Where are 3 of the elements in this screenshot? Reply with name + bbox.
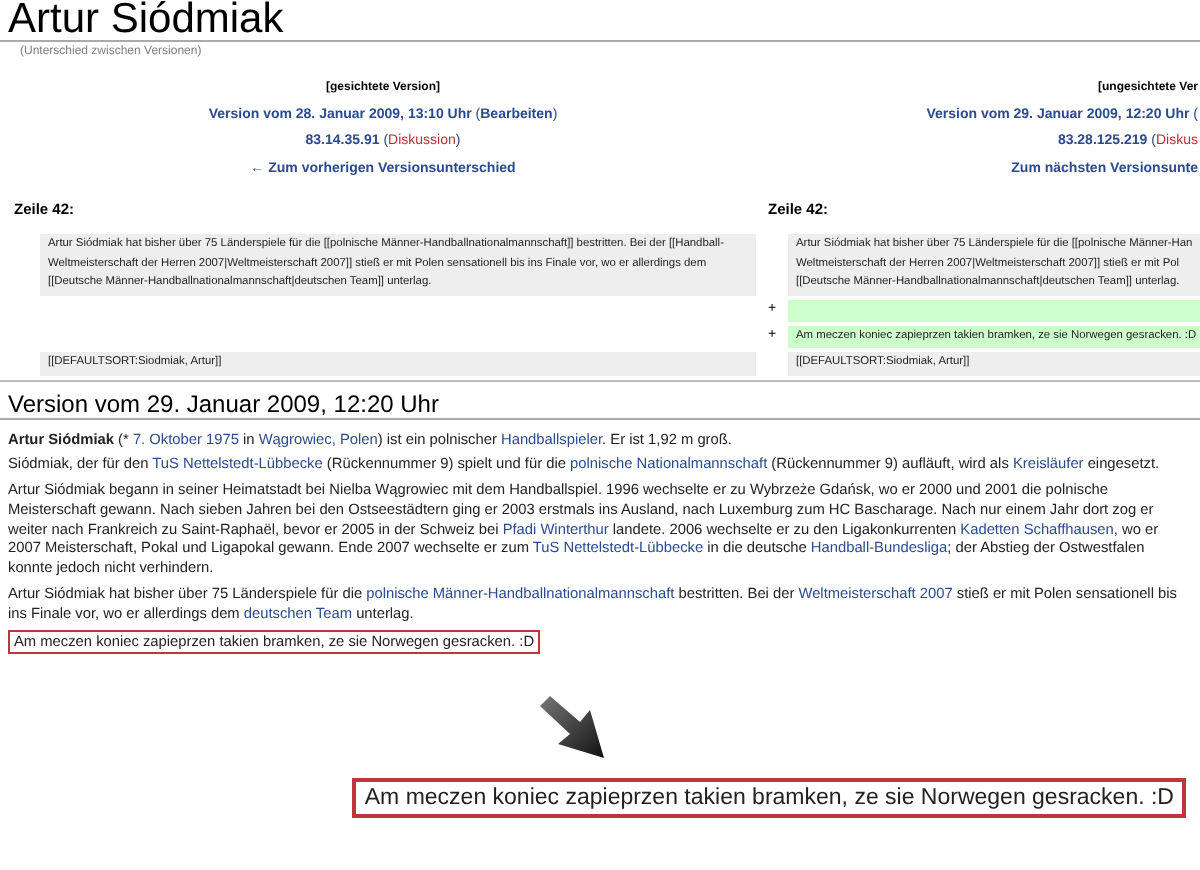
callout-text: Am meczen koniec zapieprzen takien bramken, ze sie Norwegen gesracken. :D	[352, 777, 1186, 818]
page-title: Artur Siódmiak	[0, 0, 1200, 42]
section-heading: Version vom 29. Januar 2009, 12:20 Uhr	[0, 381, 1200, 419]
